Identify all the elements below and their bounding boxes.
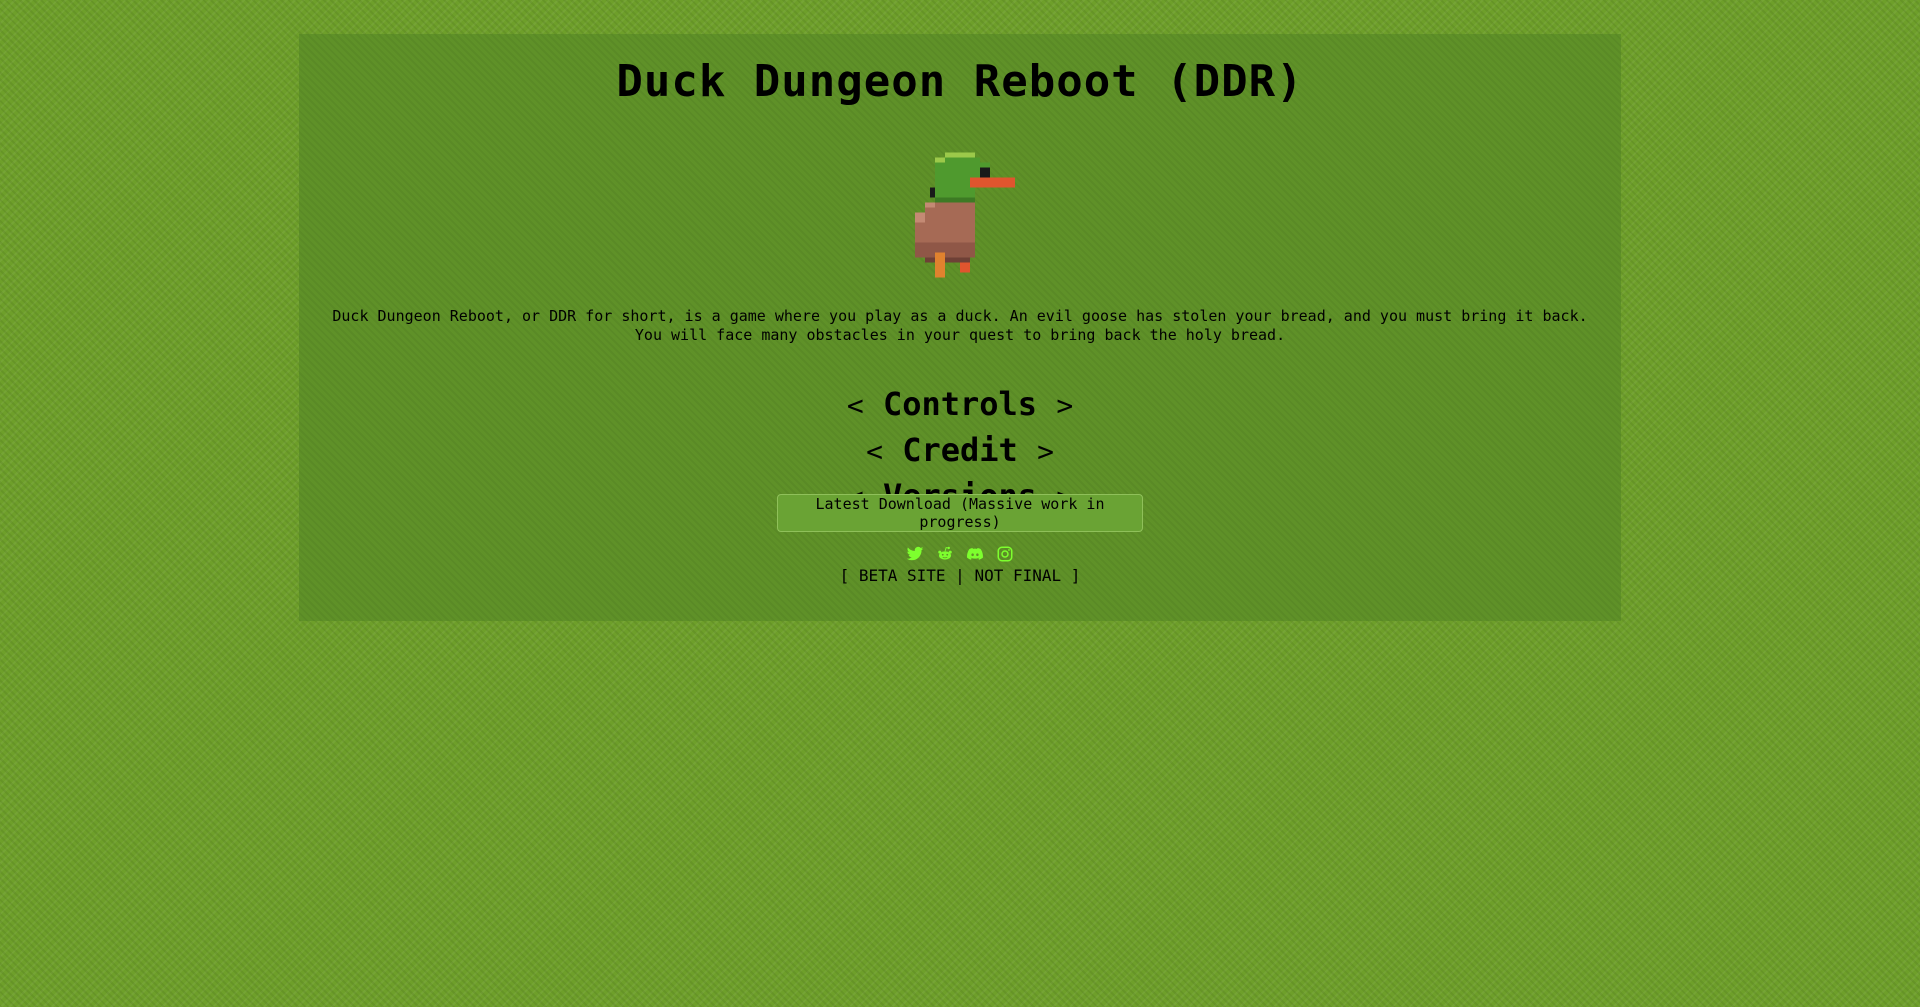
left-bracket: < — [846, 389, 864, 422]
credit-label: Credit — [902, 431, 1018, 469]
main-panel: Duck Dungeon Reboot (DDR) Duck Dungeon R… — [299, 34, 1621, 621]
reddit-icon[interactable] — [936, 545, 954, 563]
latest-download-button[interactable]: Latest Download (Massive work in progres… — [777, 494, 1143, 532]
page-title: Duck Dungeon Reboot (DDR) — [616, 56, 1304, 107]
twitter-icon[interactable] — [906, 545, 924, 563]
beta-site-note: [ BETA SITE | NOT FINAL ] — [839, 566, 1081, 585]
duck-sprite-icon — [915, 152, 1015, 278]
controls-label: Controls — [882, 385, 1038, 423]
controls-section-toggle[interactable]: < Controls > — [299, 388, 1621, 420]
social-links — [299, 545, 1621, 563]
game-description: Duck Dungeon Reboot, or DDR for short, i… — [332, 307, 1588, 344]
credit-section-toggle[interactable]: < Credit > — [299, 434, 1621, 466]
right-bracket: > — [1056, 389, 1074, 422]
instagram-icon[interactable] — [996, 545, 1014, 563]
left-bracket: < — [866, 435, 883, 468]
discord-icon[interactable] — [966, 545, 984, 563]
right-bracket: > — [1037, 435, 1054, 468]
